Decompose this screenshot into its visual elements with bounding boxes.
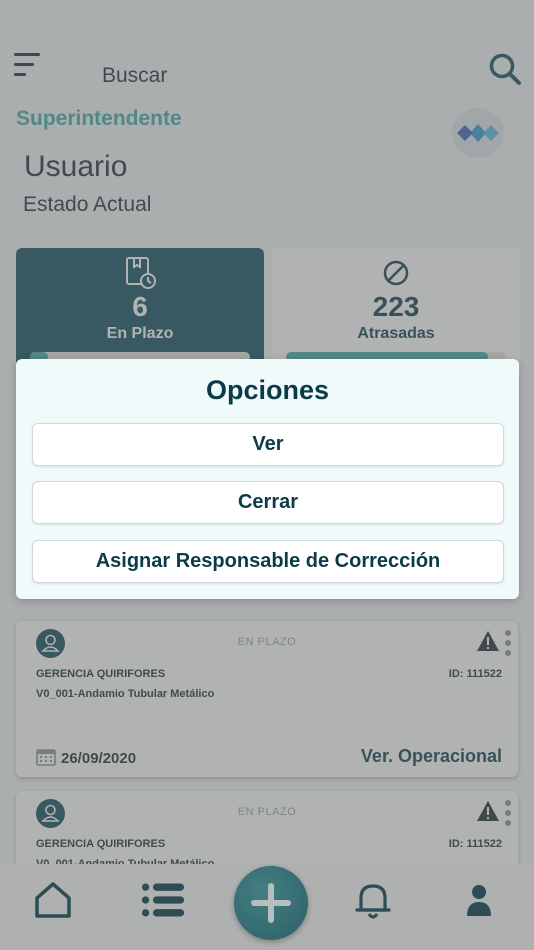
add-button[interactable] <box>234 866 308 940</box>
fab-dim <box>234 866 308 940</box>
app-screen: Buscar Superintendente Usuario Estado Ac… <box>0 0 534 950</box>
view-button[interactable]: Ver <box>32 423 504 466</box>
options-modal: Opciones Ver Cerrar Asignar Responsable … <box>16 359 519 599</box>
assign-responsible-button[interactable]: Asignar Responsable de Corrección <box>32 540 504 583</box>
close-item-button[interactable]: Cerrar <box>32 481 504 524</box>
modal-title: Opciones <box>205 375 330 405</box>
